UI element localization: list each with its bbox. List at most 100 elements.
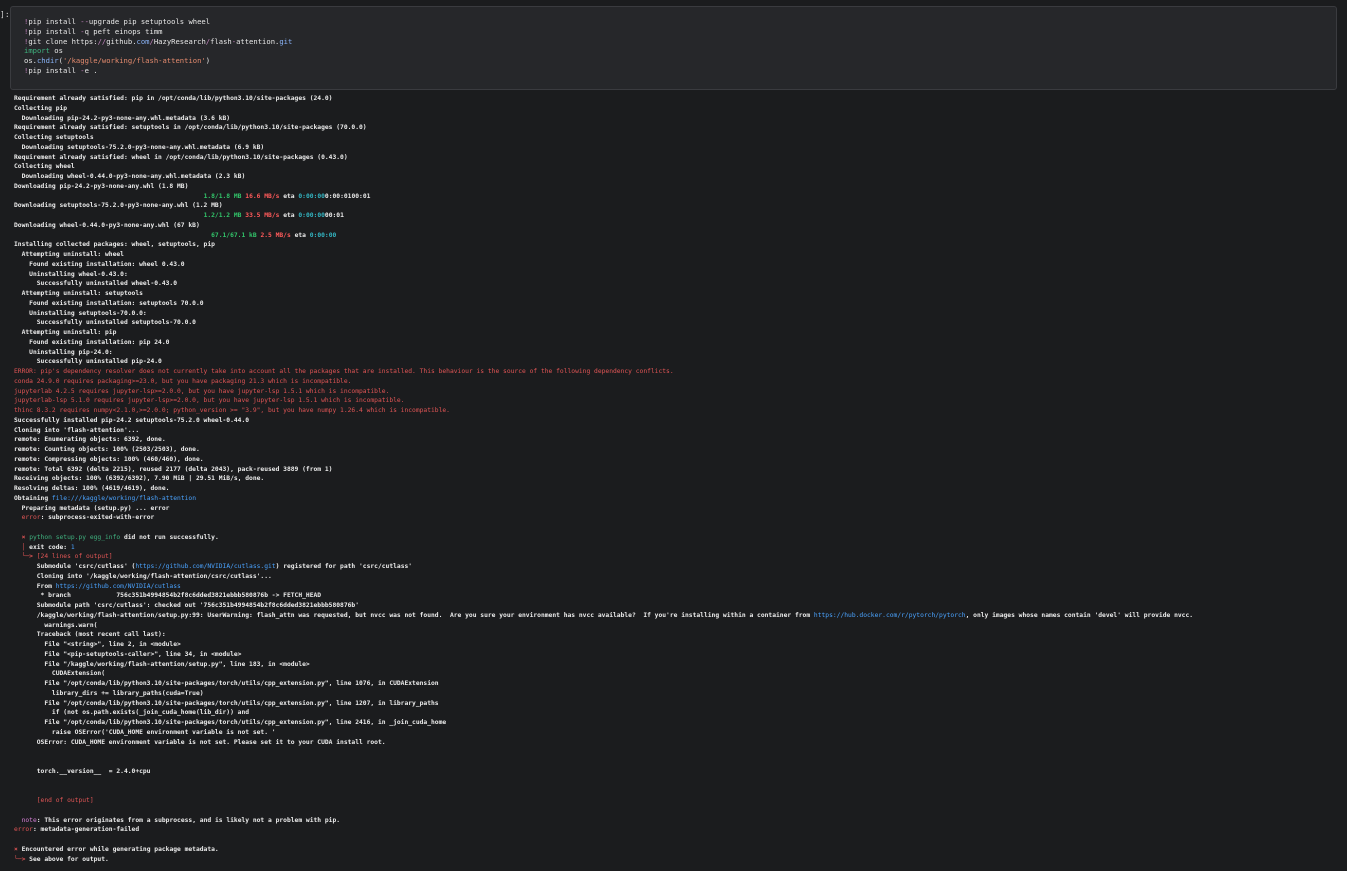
output-line-segment: Attempting uninstall: setuptools xyxy=(14,290,143,297)
output-line: File "/opt/conda/lib/python3.10/site-pac… xyxy=(14,718,1193,728)
output-line-segment: File "/opt/conda/lib/python3.10/site-pac… xyxy=(14,699,439,707)
output-line-segment: Found existing installation: setuptools … xyxy=(14,299,204,307)
output-line: Downloading setuptools-75.2.0-py3-none-a… xyxy=(14,201,1193,211)
output-line-segment: https://hub.docker.com/r/pytorch/pytorch xyxy=(813,611,966,619)
output-line-segment xyxy=(14,817,22,824)
code-line-segment: '/kaggle/working/flash-attention' xyxy=(62,56,206,65)
output-line-segment: File "<pip-setuptools-caller>", line 34,… xyxy=(14,650,242,658)
output-line: 1.2/1.2 MB 33.5 MB/s eta 0:00:0000:01 xyxy=(14,211,1193,221)
code-cell-source[interactable]: !pip install --upgrade pip setuptools wh… xyxy=(24,17,292,76)
output-line-segment: Attempting uninstall: pip xyxy=(14,329,117,336)
output-line-segment: 0:00:00 xyxy=(298,192,325,200)
output-line: ERROR: pip's dependency resolver does no… xyxy=(14,367,1193,377)
output-line: Successfully uninstalled wheel-0.43.0 xyxy=(14,279,1193,289)
output-line-segment: 00:01 xyxy=(351,192,371,200)
output-line-segment: 0:00:00 xyxy=(298,212,325,219)
output-line-segment: thinc 8.3.2 requires numpy<2.1.0,>=2.0.0… xyxy=(14,407,450,414)
output-line-segment: Encountered error while generating packa… xyxy=(17,845,219,853)
output-line: error: metadata-generation-failed xyxy=(14,825,1193,835)
output-line-segment: Requirement already satisfied: setuptool… xyxy=(14,124,367,132)
output-line: if (not os.path.exists(_join_cuda_home(l… xyxy=(14,708,1193,718)
output-line-segment xyxy=(14,534,22,541)
output-line-segment: Installing collected packages: wheel, se… xyxy=(14,241,215,249)
output-line: Requirement already satisfied: setuptool… xyxy=(14,123,1193,133)
code-line-segment: os xyxy=(49,46,63,56)
output-line: Receiving objects: 100% (6392/6392), 7.9… xyxy=(14,474,1193,484)
output-line: Found existing installation: wheel 0.43.… xyxy=(14,260,1193,270)
output-line-segment: https://github.com/NVIDIA/cutlass.git xyxy=(135,563,276,570)
code-line-segment: pip install xyxy=(28,17,81,26)
output-line-segment: 16.6 MB/s xyxy=(245,192,280,200)
output-line: Preparing metadata (setup.py) ... error xyxy=(14,504,1193,514)
output-line: × Encountered error while generating pac… xyxy=(14,845,1193,855)
output-line-segment: ╰─> xyxy=(21,553,33,561)
output-line: Cloning into '/kaggle/working/flash-atte… xyxy=(14,572,1193,582)
output-line-segment: eta xyxy=(279,212,299,219)
output-line-segment: Found existing installation: pip 24.0 xyxy=(14,338,170,346)
output-line: ╰─> [24 lines of output] xyxy=(14,552,1193,562)
output-line: Uninstalling wheel-0.43.0: xyxy=(14,270,1193,280)
output-line: Requirement already satisfied: wheel in … xyxy=(14,153,1193,163)
output-line: Found existing installation: pip 24.0 xyxy=(14,338,1193,348)
output-line-segment: 2.5 MB/s xyxy=(260,231,291,239)
output-line-segment: CUDAExtension( xyxy=(14,670,105,678)
output-line: remote: Total 6392 (delta 2215), reused … xyxy=(14,465,1193,475)
output-line-segment: library_dirs += library_paths(cuda=True) xyxy=(14,689,204,697)
output-line-segment: Collecting pip xyxy=(14,104,68,112)
output-line-segment: eta xyxy=(290,231,310,239)
code-line-segment: ) xyxy=(205,56,211,65)
output-line: CUDAExtension( xyxy=(14,669,1193,679)
output-line-segment: error xyxy=(21,514,41,522)
output-line-segment: [end of output] xyxy=(36,797,94,804)
code-line-segment: -- xyxy=(80,17,89,26)
output-line-segment: exit code: xyxy=(25,543,71,551)
code-cell-editor[interactable]: !pip install --upgrade pip setuptools wh… xyxy=(10,6,1337,90)
output-line: library_dirs += library_paths(cuda=True) xyxy=(14,689,1193,699)
output-line-segment xyxy=(14,212,204,219)
output-line-segment: Submodule path 'csrc/cutlass': checked o… xyxy=(14,602,359,609)
output-line: Successfully uninstalled setuptools-70.0… xyxy=(14,318,1193,328)
output-line-segment: Downloading wheel-0.44.0-py3-none-any.wh… xyxy=(14,173,246,180)
output-line-segment: Uninstalling pip-24.0: xyxy=(14,348,113,356)
output-line: File "/opt/conda/lib/python3.10/site-pac… xyxy=(14,679,1193,689)
output-line: Uninstalling pip-24.0: xyxy=(14,348,1193,358)
output-line-segment: did not run successfully. xyxy=(120,533,219,541)
output-line-segment: Cloning into 'flash-attention'... xyxy=(14,426,140,434)
output-line: Obtaining file:///kaggle/working/flash-a… xyxy=(14,494,1193,504)
output-line-segment: 67.1/67.1 kB xyxy=(211,231,257,239)
code-line-segment: git clone https: xyxy=(28,36,98,46)
output-line-segment: remote: Counting objects: 100% (2503/250… xyxy=(14,446,200,453)
output-line-segment: remote: Total 6392 (delta 2215), reused … xyxy=(14,465,333,473)
output-line: error: subprocess-exited-with-error xyxy=(14,513,1193,523)
output-line-segment: Preparing metadata (setup.py) ... error xyxy=(14,504,170,512)
output-line-segment xyxy=(14,514,22,521)
code-line: !pip install -e . xyxy=(24,66,292,76)
output-line-segment: ) registered for path 'csrc/cutlass' xyxy=(275,563,413,570)
output-line-segment: Resolving deltas: 100% (4619/4619), done… xyxy=(14,485,170,492)
output-line-segment xyxy=(14,193,204,200)
output-line: Downloading wheel-0.44.0-py3-none-any.wh… xyxy=(14,172,1193,182)
code-line-segment: github. xyxy=(106,36,137,46)
output-line-segment: : This error originates from a subproces… xyxy=(36,816,341,824)
output-line: thinc 8.3.2 requires numpy<2.1.0,>=2.0.0… xyxy=(14,406,1193,416)
output-line: Attempting uninstall: pip xyxy=(14,328,1193,338)
output-line-segment: Collecting setuptools xyxy=(14,134,94,141)
output-line: Collecting wheel xyxy=(14,162,1193,172)
output-line: Downloading pip-24.2-py3-none-any.whl (1… xyxy=(14,182,1193,192)
output-line: ╰─> See above for output. xyxy=(14,855,1193,865)
code-line-segment: upgrade pip setuptools wheel xyxy=(88,17,211,26)
output-line-segment: , only images whose names contain 'devel… xyxy=(965,611,1194,619)
output-line: Attempting uninstall: setuptools xyxy=(14,289,1193,299)
output-line-segment: file:///kaggle/working/flash-attention xyxy=(51,494,196,502)
output-line: raise OSError('CUDA_HOME environment var… xyxy=(14,728,1193,738)
output-line: * branch 756c351b4994854b2f8c6dded3821eb… xyxy=(14,591,1193,601)
output-line-segment: Successfully installed pip-24.2 setuptoo… xyxy=(14,416,250,424)
output-line-segment: OSError: CUDA_HOME environment variable … xyxy=(14,738,386,746)
output-line: torch.__version__ = 2.4.0+cpu xyxy=(14,767,1193,777)
code-line-segment: q peft einops timm xyxy=(84,26,163,36)
output-line-segment: Downloading setuptools-75.2.0-py3-none-a… xyxy=(14,202,223,210)
